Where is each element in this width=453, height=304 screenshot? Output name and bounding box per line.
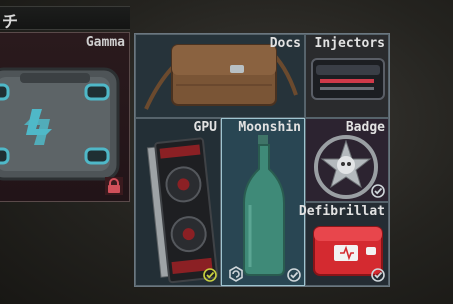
checkmark-icon bbox=[371, 184, 385, 198]
checkmark-icon bbox=[371, 268, 385, 282]
defibrillator-slot[interactable]: Defibrillat bbox=[299, 202, 389, 286]
injectors-label: Injectors bbox=[314, 36, 385, 51]
checkmark-icon bbox=[203, 268, 217, 282]
docs-case-slot[interactable]: Docs bbox=[135, 34, 305, 118]
bottle-icon bbox=[243, 135, 285, 276]
checkmark-icon bbox=[287, 268, 301, 282]
gamma-label: Gamma bbox=[85, 35, 125, 50]
moonshine-label: Moonshin bbox=[238, 120, 301, 135]
badge-slot[interactable]: Badge bbox=[305, 118, 389, 202]
gamma-container-slot[interactable]: Gamma bbox=[0, 32, 130, 202]
injectors-case-slot[interactable]: Injectors bbox=[305, 34, 389, 118]
stash-header: チ bbox=[0, 6, 130, 31]
moonshine-slot[interactable]: Moonshin bbox=[221, 118, 305, 286]
gpu-slot[interactable]: GPU bbox=[135, 118, 221, 286]
found-in-raid-icon bbox=[229, 266, 243, 282]
lock-icon bbox=[105, 177, 123, 195]
container-grid: Docs Injectors GPU Moonshin Badge Defibr… bbox=[134, 33, 390, 287]
stash-header-title: チ bbox=[2, 12, 19, 31]
gpu-label: GPU bbox=[193, 120, 217, 135]
badge-label: Badge bbox=[345, 120, 385, 135]
defibrillator-label: Defibrillat bbox=[298, 204, 385, 219]
docs-label: Docs bbox=[269, 36, 301, 51]
graphics-card-icon bbox=[146, 137, 219, 284]
